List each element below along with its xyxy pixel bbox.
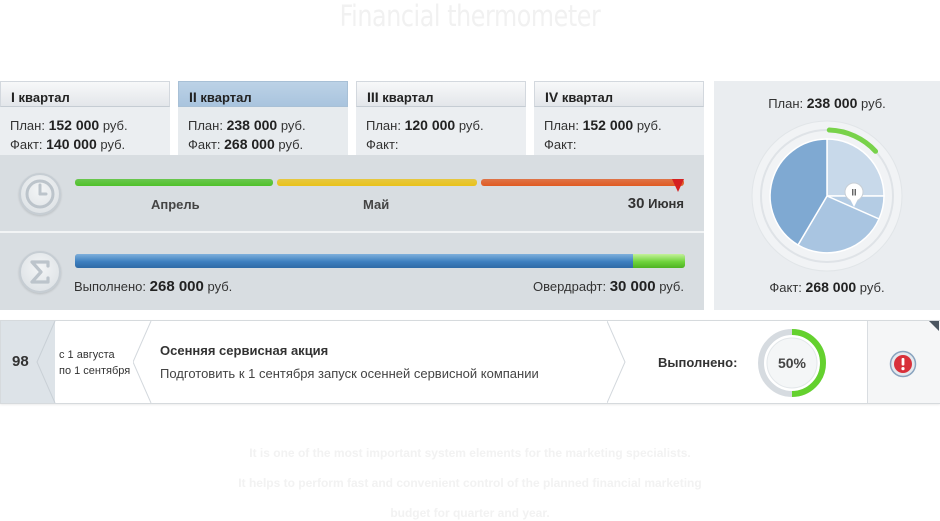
plan-value: 152 000 [48, 117, 100, 133]
quarter-summary: План: 120 000 руб. Факт: [356, 107, 526, 154]
plan-label: План: [544, 118, 579, 133]
end-day: 30 [627, 195, 645, 212]
tab-quarter-1-header[interactable]: I квартал [0, 81, 170, 107]
chevron-separator-icon [133, 321, 152, 403]
pie-fact-unit: руб. [859, 280, 885, 295]
quarter-label: квартал [561, 90, 614, 105]
budget-progress-bar [75, 254, 685, 268]
quarter-summary: План: 152 000 руб. Факт: [534, 107, 704, 154]
plan-label: План: [188, 118, 223, 133]
campaign-dates: с 1 августа по 1 сентября [59, 347, 130, 379]
quarter-summary: План: 152 000 руб. Факт: 140 000 руб. [0, 107, 170, 154]
footer-text-line: It helps to perform fast and convenient … [238, 476, 702, 490]
done-label: Выполнено: [74, 279, 147, 294]
timeline-end-date: 30 Июня [628, 195, 684, 212]
pie-marker-label: II [851, 188, 856, 198]
pie-plan-unit: руб. [861, 96, 886, 111]
timeline-month-label: Май [363, 197, 390, 212]
campaign-progress-ring: 50% [758, 329, 826, 397]
pie-fact-summary: Факт: 268 000 руб. [714, 279, 940, 295]
timeline-segment-june [481, 179, 684, 186]
year-pie-panel: План: 238 000 руб. II Факт: 268 000 руб. [714, 81, 940, 310]
campaign-title[interactable]: Осенняя сервисная акция [160, 343, 328, 358]
plan-value: 120 000 [404, 117, 456, 133]
campaign-date-from: с 1 августа [59, 349, 115, 361]
quarter-detail-panel: Апрель Май 30 Июня Выполнено: 268 000 ру… [0, 155, 704, 310]
timeline-segment-may [277, 179, 477, 186]
fact-label: Факт: [10, 137, 43, 152]
budget-progress-done [75, 254, 633, 268]
quarter-roman: I [11, 89, 15, 105]
quarter-roman: IV [545, 89, 559, 105]
plan-unit: руб. [636, 118, 662, 133]
quarter-label: квартал [200, 90, 252, 105]
fact-label: Факт: [366, 137, 399, 152]
done-value: 268 000 [149, 278, 204, 295]
campaign-progress-value: 50% [778, 355, 807, 371]
done-unit: руб. [207, 279, 233, 294]
plan-unit: руб. [280, 118, 306, 133]
tab-quarter-3[interactable]: III квартал План: 120 000 руб. Факт: [356, 81, 526, 156]
pie-plan-label: План: [768, 96, 804, 111]
quarter-label: квартал [18, 90, 70, 105]
overdraft-value: 30 000 [609, 278, 656, 295]
clock-icon [19, 173, 61, 215]
end-month: Июня [648, 196, 684, 211]
campaign-description: Подготовить к 1 сентября запуск осенней … [160, 366, 539, 381]
pie-fact-label: Факт: [769, 280, 802, 295]
quarter-roman: III [367, 89, 379, 105]
pie-plan-summary: План: 238 000 руб. [714, 95, 940, 111]
campaign-row[interactable]: 98 с 1 августа по 1 сентября Осенняя сер… [0, 320, 940, 404]
pie-slices [769, 138, 885, 254]
done-summary: Выполнено: 268 000 руб. [74, 278, 232, 295]
tab-quarter-2-header[interactable]: II квартал [178, 81, 348, 107]
tab-quarter-4[interactable]: IV квартал План: 152 000 руб. Факт: [534, 81, 704, 156]
fact-value: 268 000 [224, 136, 275, 152]
plan-value: 152 000 [582, 117, 634, 133]
overdraft-unit: руб. [659, 279, 684, 294]
quarter-label: квартал [382, 90, 434, 105]
quarter-roman: II [189, 89, 197, 105]
campaign-date-to: по 1 сентября [59, 365, 131, 377]
fact-label: Факт: [544, 137, 577, 152]
tab-quarter-4-header[interactable]: IV квартал [534, 81, 704, 107]
alert-icon[interactable] [889, 350, 917, 378]
timeline-segment-april [75, 179, 273, 186]
campaign-progress-label: Выполнено: [658, 355, 738, 370]
fact-value: 140 000 [46, 136, 97, 152]
plan-label: План: [10, 118, 45, 133]
plan-value: 238 000 [226, 117, 278, 133]
sigma-icon [19, 251, 61, 293]
overdraft-label: Овердрафт: [533, 279, 607, 294]
panel-divider [0, 231, 704, 233]
plan-label: План: [366, 118, 401, 133]
timeline-current-marker [672, 179, 684, 192]
corner-flag-icon[interactable] [929, 321, 939, 331]
tab-quarter-3-header[interactable]: III квартал [356, 81, 526, 107]
quarter-summary: План: 238 000 руб. Факт: 268 000 руб. [178, 107, 348, 154]
fact-label: Факт: [188, 137, 221, 152]
chevron-separator-icon [607, 321, 626, 403]
pie-plan-value: 238 000 [806, 95, 858, 111]
tab-quarter-2[interactable]: II квартал План: 238 000 руб. Факт: 268 … [178, 81, 348, 156]
footer-text-line: It is one of the most important system e… [249, 446, 691, 460]
plan-unit: руб. [458, 118, 484, 133]
pie-fact-value: 268 000 [805, 279, 857, 295]
campaign-number: 98 [12, 353, 29, 370]
overdraft-summary: Овердрафт: 30 000 руб. [533, 278, 684, 295]
timeline-month-label: Апрель [151, 197, 200, 212]
year-pie-chart: II [751, 120, 903, 272]
fact-unit: руб. [278, 137, 304, 152]
tab-quarter-1[interactable]: I квартал План: 152 000 руб. Факт: 140 0… [0, 81, 170, 156]
page-headline: Financial thermometer [339, 0, 601, 33]
plan-unit: руб. [102, 118, 128, 133]
footer-text-line: budget for quarter and year. [390, 506, 550, 520]
chevron-separator-icon [31, 321, 56, 403]
budget-progress-overdraft [633, 254, 685, 268]
fact-unit: руб. [100, 137, 126, 152]
